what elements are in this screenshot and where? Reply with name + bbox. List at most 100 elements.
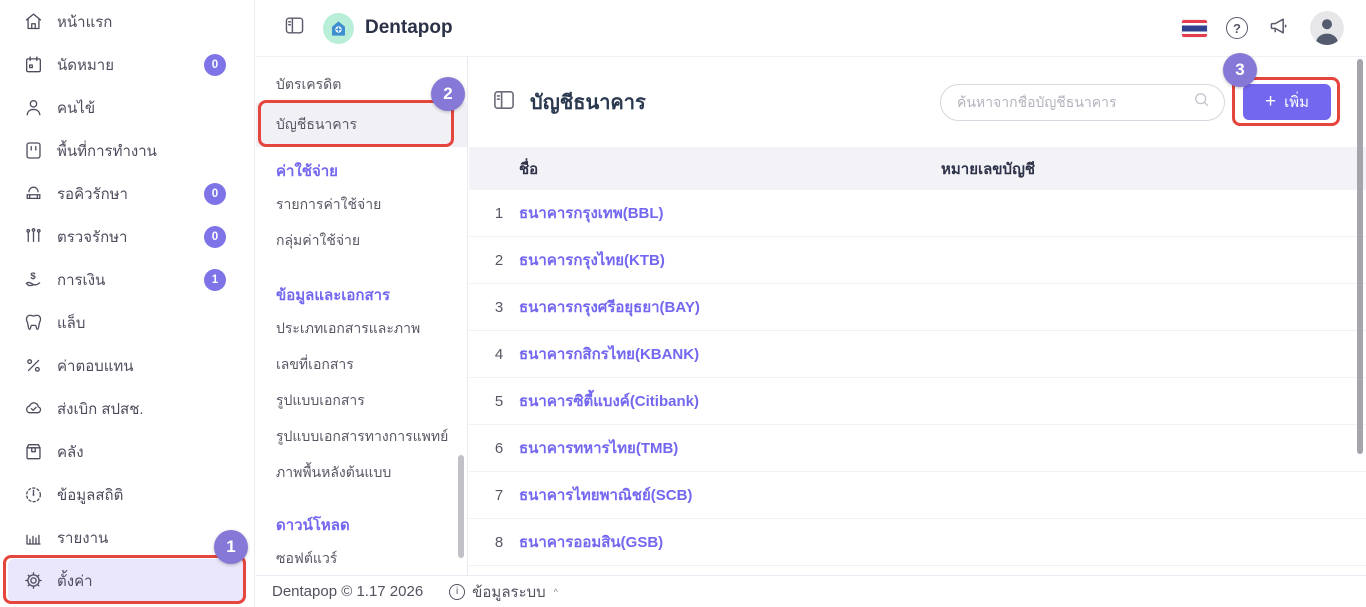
sidebar-item-nhso-claims[interactable]: ส่งเบิก สปสช. [0, 387, 254, 430]
sidebar-item-reports[interactable]: รายงาน [0, 516, 254, 559]
sidebar-item-label: แล็บ [57, 311, 85, 335]
search-input[interactable] [957, 94, 1192, 110]
sidebar-item-treatment-queue[interactable]: รอคิวรักษา 0 [0, 172, 254, 215]
table-row[interactable]: 7 ธนาคารไทยพาณิชย์(SCB) [469, 472, 1366, 519]
submenu-label: บัญชีธนาคาร [276, 114, 357, 136]
plus-icon: + [1265, 92, 1276, 111]
row-index: 8 [484, 534, 514, 551]
submenu-item-medical-document-format[interactable]: รูปแบบเอกสารทางการแพทย์ [256, 419, 467, 455]
sidebar-item-patients[interactable]: คนไข้ [0, 86, 254, 129]
submenu-item-expense-groups[interactable]: กลุ่มค่าใช้จ่าย [256, 223, 467, 259]
bank-name-link[interactable]: ธนาคารกรุงเทพ(BBL) [519, 201, 941, 225]
submenu-section-expenses: ค่าใช้จ่าย [256, 155, 467, 187]
bank-name-link[interactable]: ธนาคารกรุงไทย(KTB) [519, 248, 941, 272]
row-index: 3 [484, 299, 514, 316]
table-row[interactable]: 1 ธนาคารกรุงเทพ(BBL) [469, 190, 1366, 237]
search-icon [1192, 90, 1211, 114]
count-badge: 0 [204, 54, 226, 76]
submenu-label: รายการค่าใช้จ่าย [276, 194, 381, 216]
sidebar-item-label: การเงิน [57, 268, 105, 292]
add-button[interactable]: + เพิ่ม [1243, 84, 1331, 120]
bank-accounts-table: ชื่อ หมายเลขบัญชี 1 ธนาคารกรุงเทพ(BBL) 2… [469, 147, 1366, 566]
workspace-icon [22, 140, 44, 162]
bank-name-link[interactable]: ธนาคารกสิกรไทย(KBANK) [519, 342, 941, 366]
submenu-label: ภาพพื้นหลังต้นแบบ [276, 462, 391, 484]
table-header-row: ชื่อ หมายเลขบัญชี [469, 147, 1366, 190]
row-index: 1 [484, 205, 514, 222]
submenu-item-document-format[interactable]: รูปแบบเอกสาร [256, 383, 467, 419]
submenu-item-expense-list[interactable]: รายการค่าใช้จ่าย [256, 187, 467, 223]
count-badge: 0 [204, 183, 226, 205]
page-title: บัญชีธนาคาร [530, 86, 646, 118]
search-box [940, 84, 1225, 121]
top-header: Dentapop ? [256, 0, 1366, 57]
brand-logo [323, 13, 354, 44]
sidebar-item-workspace[interactable]: พื้นที่การทำงาน [0, 129, 254, 172]
help-icon[interactable]: ? [1226, 17, 1248, 39]
sidebar-item-compensation[interactable]: ค่าตอบแทน [0, 344, 254, 387]
sidebar-item-lab[interactable]: แล็บ [0, 301, 254, 344]
thai-flag-language-icon[interactable] [1182, 20, 1207, 37]
table-row[interactable]: 6 ธนาคารทหารไทย(TMB) [469, 425, 1366, 472]
brand-name: Dentapop [365, 17, 453, 39]
column-header-name: ชื่อ [519, 157, 941, 181]
submenu-item-software[interactable]: ซอฟต์แวร์ [256, 541, 467, 575]
row-index: 7 [484, 487, 514, 504]
main-content: บัญชีธนาคาร + เพิ่ม ชื่อ หมายเลขบัญชี 1 … [469, 57, 1366, 575]
sidebar-item-finance[interactable]: $ การเงิน 1 [0, 258, 254, 301]
sidebar-item-label: รายงาน [57, 526, 108, 550]
sidebar-item-label: หน้าแรก [57, 10, 112, 34]
submenu-item-bank-account[interactable]: บัญชีธนาคาร [256, 103, 467, 147]
sidebar-item-label: ตั้งค่า [57, 569, 93, 593]
sidebar-item-settings[interactable]: ตั้งค่า [8, 559, 246, 602]
money-hand-icon: $ [22, 269, 44, 291]
page-scrollbar-thumb[interactable] [1357, 59, 1363, 454]
sidebar-item-home[interactable]: หน้าแรก [0, 0, 254, 43]
bank-name-link[interactable]: ธนาคารไทยพาณิชย์(SCB) [519, 483, 941, 507]
sidebar-item-appointments[interactable]: นัดหมาย 0 [0, 43, 254, 86]
bank-name-link[interactable]: ธนาคารทหารไทย(TMB) [519, 436, 941, 460]
table-row[interactable]: 2 ธนาคารกรุงไทย(KTB) [469, 237, 1366, 284]
tooth-icon [22, 312, 44, 334]
page-header: บัญชีธนาคาร + เพิ่ม [469, 57, 1366, 147]
sidebar-item-label: นัดหมาย [57, 53, 114, 77]
bank-name-link[interactable]: ธนาคารกรุงศรีอยุธยา(BAY) [519, 295, 941, 319]
sidebar-item-statistics[interactable]: ข้อมูลสถิติ [0, 473, 254, 516]
submenu-item-template-background[interactable]: ภาพพื้นหลังต้นแบบ [256, 455, 467, 491]
gear-icon [22, 570, 44, 592]
count-badge: 0 [204, 226, 226, 248]
sidebar-item-inventory[interactable]: คลัง [0, 430, 254, 473]
dental-tools-icon [22, 226, 44, 248]
table-row[interactable]: 4 ธนาคารกสิกรไทย(KBANK) [469, 331, 1366, 378]
row-index: 5 [484, 393, 514, 410]
submenu-label: ซอฟต์แวร์ [276, 548, 337, 570]
main-sidebar: หน้าแรก นัดหมาย 0 คนไข้ พื้นที่การทำงาน … [0, 0, 255, 607]
sidebar-toggle-icon[interactable] [283, 14, 306, 42]
system-info-toggle[interactable]: i ข้อมูลระบบ ^ [449, 580, 558, 604]
bank-name-link[interactable]: ธนาคารออมสิน(GSB) [519, 530, 941, 554]
submenu-scrollbar-thumb[interactable] [458, 455, 464, 558]
sidebar-item-label: คลัง [57, 440, 84, 464]
copyright-text: Dentapop © 1.17 2026 [272, 583, 423, 600]
submenu-label: บัตรเครดิต [276, 74, 341, 96]
sidebar-item-label: ส่งเบิก สปสช. [57, 397, 144, 421]
submenu-item-document-types[interactable]: ประเภทเอกสารและภาพ [256, 311, 467, 347]
submenu-item-credit-card[interactable]: บัตรเครดิต [256, 67, 467, 103]
table-row[interactable]: 3 ธนาคารกรุงศรีอยุธยา(BAY) [469, 284, 1366, 331]
sidebar-item-label: ข้อมูลสถิติ [57, 483, 123, 507]
announcements-megaphone-icon[interactable] [1267, 14, 1291, 43]
add-button-label: เพิ่ม [1284, 90, 1309, 114]
sidebar-item-label: ค่าตอบแทน [57, 354, 134, 378]
user-avatar[interactable] [1310, 11, 1344, 45]
bank-name-link[interactable]: ธนาคารซิตี้แบงค์(Citibank) [519, 389, 941, 413]
table-row[interactable]: 8 ธนาคารออมสิน(GSB) [469, 519, 1366, 566]
svg-text:$: $ [30, 271, 36, 282]
system-info-label: ข้อมูลระบบ [472, 580, 546, 604]
sidebar-item-examination[interactable]: ตรวจรักษา 0 [0, 215, 254, 258]
calendar-icon [22, 54, 44, 76]
patient-icon [22, 97, 44, 119]
submenu-label: ประเภทเอกสารและภาพ [276, 318, 420, 340]
table-row[interactable]: 5 ธนาคารซิตี้แบงค์(Citibank) [469, 378, 1366, 425]
submenu-item-document-number[interactable]: เลขที่เอกสาร [256, 347, 467, 383]
page-panel-icon [491, 87, 517, 118]
